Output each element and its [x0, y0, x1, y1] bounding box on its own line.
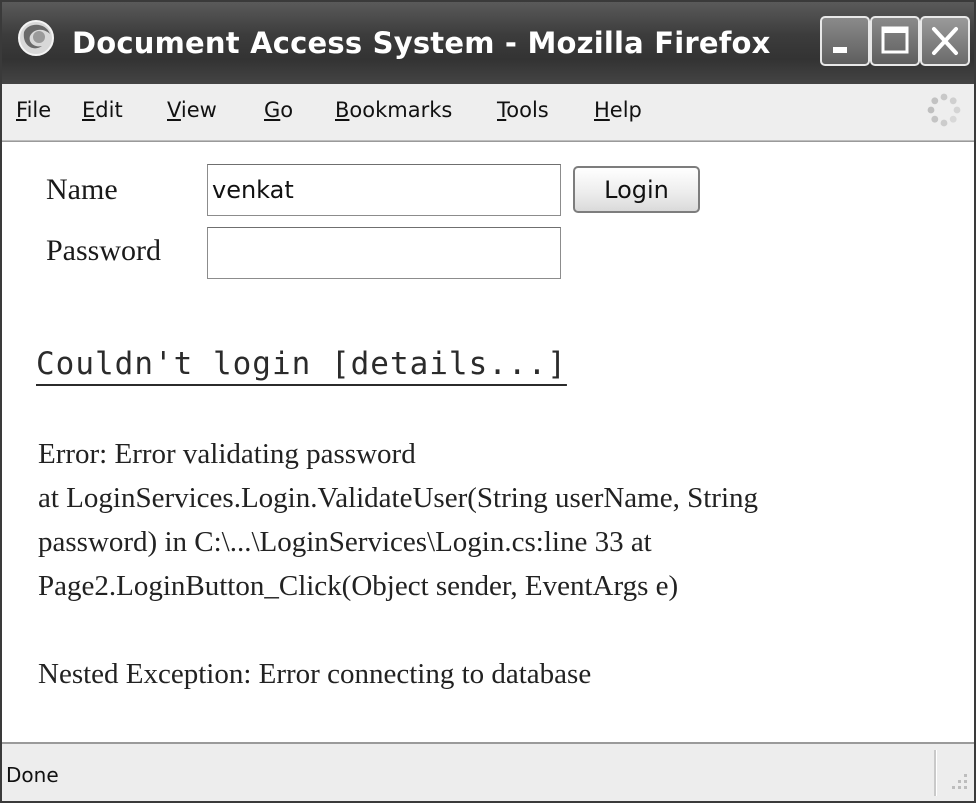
resize-grip-icon[interactable] — [946, 770, 970, 798]
menu-edit[interactable]: Edit — [82, 98, 123, 122]
menu-bar: File Edit View Go Bookmarks Tools Help — [2, 84, 974, 141]
close-button[interactable] — [920, 16, 970, 66]
error-line: at LoginServices.Login.ValidateUser(Stri… — [38, 482, 759, 514]
login-error-details-link[interactable]: Couldn't login [details...] — [36, 346, 567, 382]
menu-bookmarks[interactable]: Bookmarks — [335, 98, 452, 122]
menu-view[interactable]: View — [167, 98, 217, 122]
firefox-icon — [16, 18, 56, 58]
menu-go[interactable]: Go — [264, 98, 293, 122]
password-input[interactable] — [207, 227, 561, 279]
menu-help[interactable]: Help — [594, 98, 642, 122]
error-line: Page2.LoginButton_Click(Object sender, E… — [38, 570, 679, 602]
name-input[interactable] — [207, 164, 561, 216]
status-bar: Done — [2, 742, 974, 801]
menu-tools[interactable]: Tools — [497, 98, 549, 122]
close-icon — [932, 27, 958, 55]
menu-file[interactable]: File — [16, 98, 51, 122]
name-label: Name — [46, 173, 118, 206]
status-divider — [934, 750, 937, 796]
password-label: Password — [46, 234, 162, 267]
browser-window: Document Access System - Mozilla Firefox… — [0, 0, 976, 803]
error-details: Error: Error validating password at Logi… — [38, 432, 958, 696]
minimize-icon — [833, 47, 847, 53]
error-line: password) in C:\...\LoginServices\Login.… — [38, 526, 652, 558]
loading-throbber-icon — [926, 92, 962, 128]
status-text: Done — [6, 763, 59, 787]
maximize-button[interactable] — [870, 16, 920, 66]
page-content: Name Login Password Couldn't login [deta… — [2, 141, 974, 742]
window-title: Document Access System - Mozilla Firefox — [72, 26, 771, 60]
maximize-icon — [881, 26, 909, 54]
nested-exception-line: Nested Exception: Error connecting to da… — [38, 658, 592, 690]
error-line: Error: Error validating password — [38, 438, 416, 470]
title-bar[interactable]: Document Access System - Mozilla Firefox — [2, 2, 974, 84]
minimize-button[interactable] — [820, 16, 870, 66]
login-button[interactable]: Login — [573, 166, 700, 213]
